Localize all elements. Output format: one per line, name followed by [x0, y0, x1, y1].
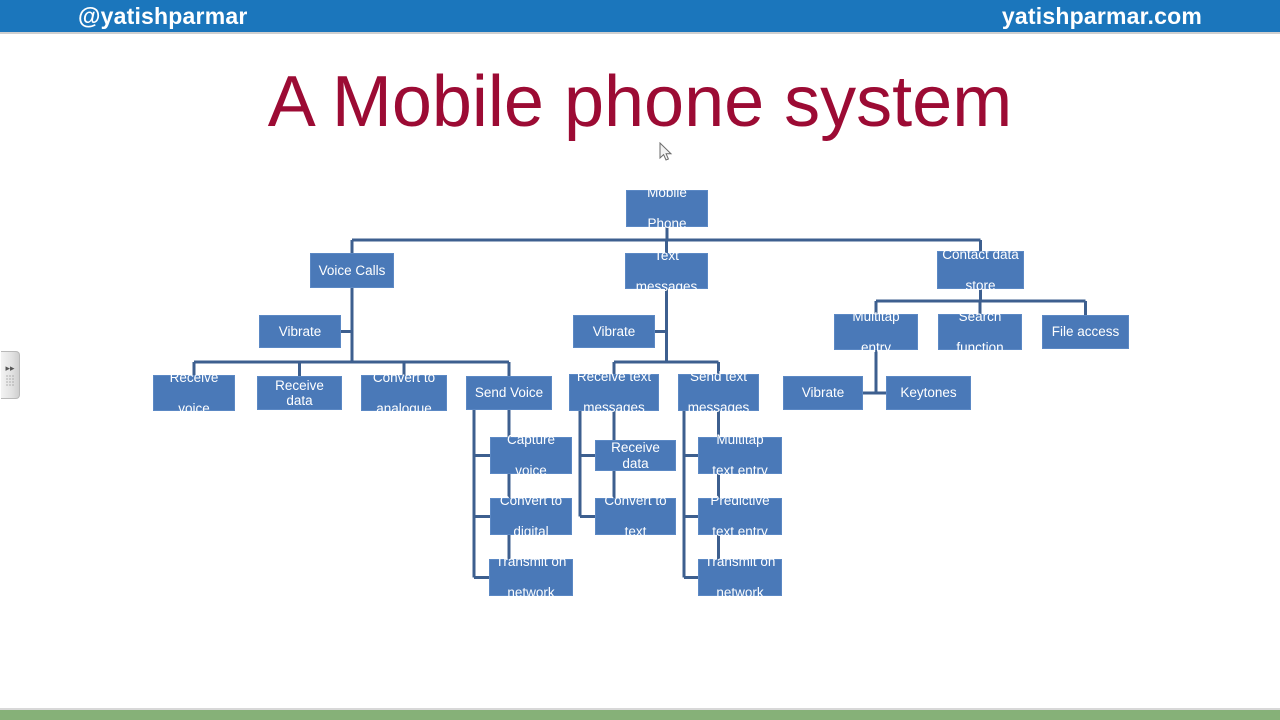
node-label-line: Receive data	[611, 440, 660, 471]
node-label-line: Receive	[169, 369, 219, 385]
node-vc-receive-voice[interactable]: Receive voice	[153, 370, 235, 416]
node-label-line: store	[965, 277, 996, 293]
node-label-line: Multitap	[852, 308, 900, 324]
node-label-line: Convert to	[499, 493, 563, 509]
node-st-predictive-text[interactable]: Predictive text entry	[698, 493, 782, 539]
node-sv-convert-digital[interactable]: Convert to digital	[490, 493, 572, 539]
node-cds-vibrate[interactable]: Vibrate	[783, 376, 863, 410]
node-label-line: digital	[513, 524, 549, 540]
node-label-line: Convert to	[372, 369, 436, 385]
node-label-line: Receive data	[275, 377, 324, 409]
node-text-messages[interactable]: Text messages	[625, 248, 708, 294]
node-label-line: voice	[178, 400, 210, 416]
node-label-line: Contact data	[942, 246, 1019, 262]
node-label-line: function	[956, 339, 1004, 355]
node-label-line: Search	[958, 308, 1002, 324]
node-cds-search-function[interactable]: Search function	[938, 309, 1022, 355]
node-label-line: Receive text	[576, 369, 652, 385]
node-cds-multitap-entry[interactable]: Multitap entry	[834, 309, 918, 355]
node-cds-file-access[interactable]: File access	[1042, 315, 1129, 349]
node-st-multitap-text[interactable]: Multitap text entry	[698, 432, 782, 478]
node-label-line: Send Voice	[474, 385, 544, 401]
node-tm-vibrate[interactable]: Vibrate	[573, 315, 655, 348]
node-label-line: Vibrate	[592, 323, 636, 339]
node-label-line: analogue	[376, 400, 432, 416]
node-vc-convert-analogue[interactable]: Convert to analogue	[361, 370, 447, 416]
node-label-line: Phone	[647, 216, 687, 232]
node-rt-receive-data[interactable]: Receive data	[595, 440, 676, 471]
node-label-line: network	[507, 585, 555, 601]
node-label-line: entry	[860, 339, 891, 355]
node-sv-capture-voice[interactable]: Capture voice	[490, 432, 572, 478]
node-label-line: Keytones	[900, 385, 957, 401]
node-tm-send-text[interactable]: Send text messages	[678, 369, 759, 415]
node-contact-data-store[interactable]: Contact data store	[937, 247, 1024, 293]
node-vc-vibrate[interactable]: Vibrate	[259, 315, 341, 348]
node-vc-receive-data[interactable]: Receive data	[257, 376, 342, 410]
node-label-line: File access	[1051, 324, 1120, 340]
node-label-line: Predictive	[710, 493, 770, 509]
node-cds-keytones[interactable]: Keytones	[886, 376, 971, 410]
bottom-green-bar	[0, 710, 1280, 720]
node-voice-calls[interactable]: Voice Calls	[310, 253, 394, 288]
mouse-cursor-icon	[659, 142, 673, 161]
node-label-line: text	[624, 524, 647, 540]
node-label-line: Mobile	[647, 185, 687, 201]
node-label-line: messages	[687, 400, 750, 416]
node-label-line: messages	[635, 278, 698, 294]
node-label-line: messages	[583, 400, 645, 416]
node-tm-receive-text[interactable]: Receive text messages	[569, 369, 659, 415]
node-sv-transmit-network[interactable]: Transmit on network	[489, 554, 573, 600]
node-label-line: text entry	[712, 463, 768, 479]
node-rt-convert-text[interactable]: Convert to text	[595, 493, 676, 539]
node-label-line: Capture	[506, 432, 556, 448]
node-label-line: Vibrate	[801, 385, 845, 401]
node-label-line: network	[716, 585, 764, 601]
node-label-line: Voice Calls	[318, 262, 386, 278]
node-label-line: Text	[654, 247, 679, 263]
node-mobile-phone[interactable]: Mobile Phone	[626, 185, 708, 231]
node-label-line: Send text	[689, 369, 748, 385]
diagram-connectors	[192, 227, 1087, 579]
node-label-line: Transmit on	[495, 554, 567, 570]
node-label-line: Multitap	[716, 432, 764, 448]
node-label-line: Convert to	[604, 493, 667, 509]
node-vc-send-voice[interactable]: Send Voice	[466, 376, 552, 410]
mobile-phone-system-hierarchy-diagram: Mobile Phone Voice Calls Text messages Contac…	[0, 0, 1280, 720]
node-st-transmit-network[interactable]: Transmit on network	[698, 554, 782, 600]
node-label-line: Vibrate	[278, 323, 322, 339]
node-label-line: text entry	[712, 524, 768, 540]
node-label-line: voice	[515, 463, 547, 479]
node-label-line: Transmit on	[704, 554, 776, 570]
